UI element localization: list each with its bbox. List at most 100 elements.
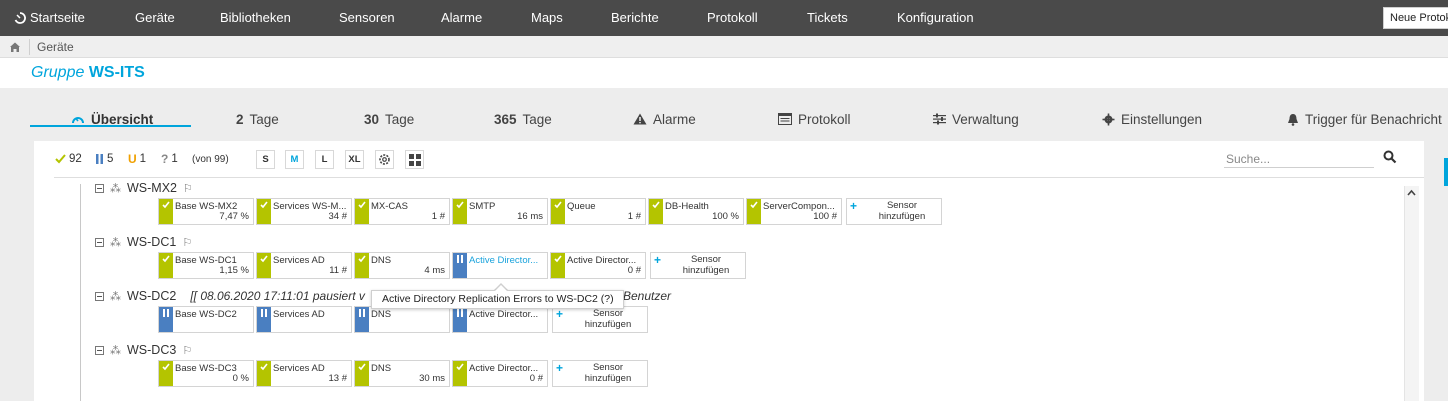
- status-strip: [257, 253, 271, 278]
- nav-item-bibliotheken[interactable]: Bibliotheken: [220, 0, 291, 36]
- sensor-value: 100 #: [813, 211, 837, 222]
- collapse-toggle[interactable]: [95, 291, 104, 301]
- flag-icon[interactable]: ⚐: [183, 182, 193, 195]
- sensor-tile[interactable]: Services AD 13 #: [256, 360, 352, 387]
- view-settings-button[interactable]: [375, 150, 394, 169]
- sensor-tile[interactable]: Base WS-DC3 0 %: [158, 360, 254, 387]
- flag-icon[interactable]: ⚐: [182, 344, 192, 357]
- chevron-up-icon[interactable]: [1406, 188, 1417, 198]
- breadcrumb: Geräte: [0, 36, 1448, 58]
- add-sensor-button[interactable]: + Sensor hinzufügen: [552, 360, 648, 387]
- device-name[interactable]: WS-MX2: [127, 181, 177, 195]
- nav-item-tickets[interactable]: Tickets: [807, 0, 848, 36]
- warning-icon: [633, 113, 647, 125]
- nav-item-konfiguration[interactable]: Konfiguration: [897, 0, 974, 36]
- tab-log[interactable]: Protokoll: [778, 110, 851, 128]
- sensor-value: 11 #: [329, 265, 347, 276]
- tab-settings[interactable]: Einstellungen: [1102, 110, 1202, 128]
- flag-icon[interactable]: ⚐: [182, 236, 192, 249]
- breadcrumb-current[interactable]: Geräte: [37, 40, 74, 54]
- nav-item-geraete[interactable]: Geräte: [135, 0, 175, 36]
- status-strip: [159, 253, 173, 278]
- sensor-tile[interactable]: Services AD 11 #: [256, 252, 352, 279]
- grid-view-button[interactable]: [405, 150, 424, 169]
- sensor-tile[interactable]: DNS: [354, 306, 450, 333]
- device-name[interactable]: WS-DC2: [127, 289, 176, 303]
- check-icon: [162, 363, 170, 371]
- pause-icon: [96, 154, 103, 164]
- collapse-toggle[interactable]: [95, 237, 104, 247]
- unusual-icon: U: [128, 152, 137, 166]
- check-icon: [260, 255, 268, 263]
- tab-management[interactable]: Verwaltung: [933, 110, 1019, 128]
- collapse-toggle[interactable]: [95, 183, 104, 193]
- sensor-tile[interactable]: MX-CAS 1 #: [354, 198, 450, 225]
- new-log-button[interactable]: Neue Protokol: [1383, 7, 1448, 29]
- add-sensor-button[interactable]: + Sensor hinzufügen: [552, 306, 648, 333]
- filter-unusual[interactable]: U 1: [128, 152, 146, 166]
- nav-item-maps[interactable]: Maps: [531, 0, 563, 36]
- sensor-value: 0 %: [232, 373, 249, 384]
- sensor-tile[interactable]: SMTP 16 ms: [452, 198, 548, 225]
- sensor-tile[interactable]: Services AD: [256, 306, 352, 333]
- collapse-toggle[interactable]: [95, 345, 104, 355]
- tab-365-days[interactable]: 365 Tage: [494, 110, 552, 128]
- pause-message-tail: Benutzer: [623, 289, 672, 303]
- device-name[interactable]: WS-DC1: [127, 235, 176, 249]
- sensor-name: Active Director...: [469, 255, 539, 266]
- vertical-scrollbar[interactable]: [1404, 186, 1419, 401]
- sensor-tile[interactable]: Services WS-M... 34 #: [256, 198, 352, 225]
- status-strip: [257, 199, 271, 224]
- filter-unknown[interactable]: ? 1: [161, 152, 178, 166]
- total-count: (von 99): [192, 153, 229, 165]
- size-l-button[interactable]: L: [315, 150, 334, 169]
- search-icon[interactable]: [1383, 150, 1397, 164]
- sensor-tile[interactable]: Base WS-DC1 1,15 %: [158, 252, 254, 279]
- nav-item-alarme[interactable]: Alarme: [441, 0, 482, 36]
- sensor-tile[interactable]: Active Director... 0 #: [550, 252, 646, 279]
- sensor-tile[interactable]: DB-Health 100 %: [648, 198, 744, 225]
- status-strip: [355, 253, 369, 278]
- sensor-tile[interactable]: DNS 30 ms: [354, 360, 450, 387]
- check-icon: [260, 363, 268, 371]
- tab-30-days[interactable]: 30 Tage: [364, 110, 414, 128]
- status-strip: [453, 199, 467, 224]
- nav-item-berichte[interactable]: Berichte: [611, 0, 659, 36]
- cog-icon: [379, 154, 390, 165]
- add-sensor-button[interactable]: + Sensor hinzufügen: [650, 252, 746, 279]
- sensor-tile[interactable]: Queue 1 #: [550, 198, 646, 225]
- sensor-value: 100 %: [712, 211, 739, 222]
- size-xl-button[interactable]: XL: [345, 150, 364, 169]
- sensor-tile[interactable]: ServerCompon... 100 #: [746, 198, 842, 225]
- sensor-tile[interactable]: Base WS-DC2: [158, 306, 254, 333]
- sensor-tile[interactable]: Active Director...: [452, 306, 548, 333]
- check-icon: [358, 255, 366, 263]
- device-name[interactable]: WS-DC3: [127, 343, 176, 357]
- tab-log-label: Protokoll: [798, 111, 851, 127]
- status-strip: [159, 307, 173, 332]
- pause-icon: [457, 255, 463, 263]
- sensor-tile[interactable]: Active Director... 0 #: [452, 360, 548, 387]
- nav-home-label: Startseite: [30, 10, 85, 25]
- add-sensor-button[interactable]: + Sensor hinzufügen: [846, 198, 942, 225]
- filter-paused[interactable]: 5: [95, 152, 113, 166]
- sensor-value: 16 ms: [517, 211, 543, 222]
- nav-item-protokoll[interactable]: Protokoll: [707, 0, 758, 36]
- tab-management-label: Verwaltung: [952, 111, 1019, 127]
- nav-home[interactable]: Startseite: [14, 0, 85, 36]
- sensor-value: 1 #: [431, 211, 445, 222]
- search-input[interactable]: [1224, 150, 1374, 168]
- nav-item-sensoren[interactable]: Sensoren: [339, 0, 395, 36]
- sensor-tile[interactable]: Active Director...: [452, 252, 548, 279]
- tab-2-days[interactable]: 2 Tage: [236, 110, 279, 128]
- tab-alarms[interactable]: Alarme: [633, 110, 696, 128]
- tab-triggers[interactable]: Trigger für Benachricht: [1287, 110, 1442, 128]
- size-m-button[interactable]: M: [285, 150, 304, 169]
- unusual-count: 1: [139, 153, 147, 165]
- status-strip: [453, 361, 467, 386]
- home-icon[interactable]: [8, 40, 22, 54]
- size-s-button[interactable]: S: [256, 150, 275, 169]
- sensor-tile[interactable]: Base WS-MX2 7,47 %: [158, 198, 254, 225]
- filter-ok[interactable]: 92: [55, 152, 82, 166]
- sensor-tile[interactable]: DNS 4 ms: [354, 252, 450, 279]
